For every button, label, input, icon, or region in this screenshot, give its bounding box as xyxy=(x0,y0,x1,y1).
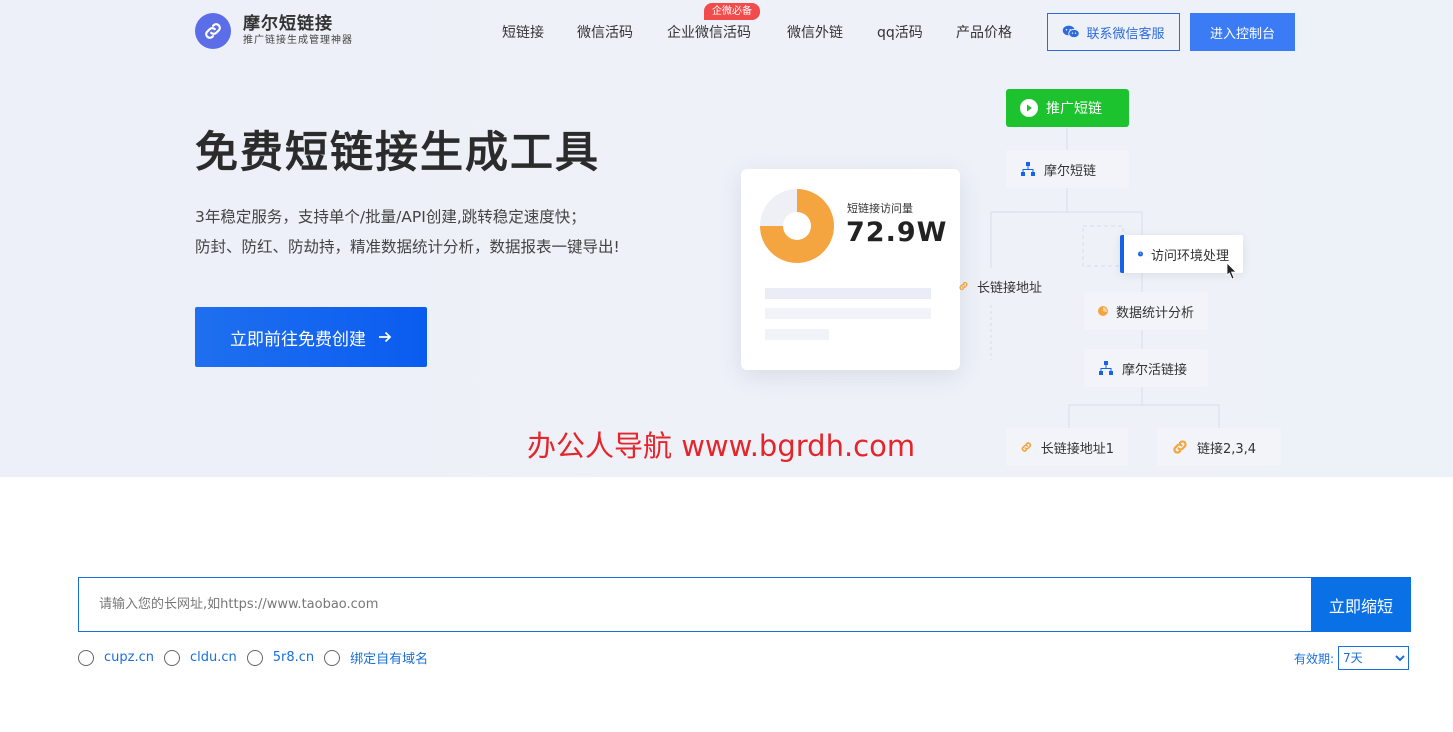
watermark-text: 办公人导航 www.bgrdh.com xyxy=(527,429,916,463)
visits-pie-icon xyxy=(760,189,834,263)
expiry-control: 有效期: 7天 xyxy=(1294,646,1410,670)
expiry-select[interactable]: 7天 xyxy=(1338,646,1410,670)
hierarchy-icon xyxy=(1021,162,1035,176)
placeholder-bar xyxy=(765,329,829,340)
hierarchy-icon xyxy=(1099,361,1113,375)
flow-node-promo: 推广短链 xyxy=(1006,89,1129,127)
flow-node-label: 摩尔活链接 xyxy=(1122,362,1188,378)
chain-link-icon xyxy=(1173,440,1187,454)
domain-label-cldu[interactable]: cldu.cn xyxy=(190,650,237,665)
radio-domain-cldu[interactable] xyxy=(163,649,180,666)
radio-domain-custom[interactable] xyxy=(324,649,341,666)
shorten-form: 立即缩短 xyxy=(78,577,1411,632)
flow-node-long-url-1: 长链接地址1 xyxy=(1006,428,1128,466)
flow-node-label: 访问环境处理 xyxy=(1150,248,1229,264)
play-icon xyxy=(1020,99,1038,117)
chain-link-icon xyxy=(959,281,968,291)
flow-node-long-url: 长链接地址 xyxy=(944,267,1056,305)
expiry-label: 有效期: xyxy=(1294,651,1335,666)
stats-card: 短链接访问量 72.9W xyxy=(741,169,960,370)
flow-node-analytics: 数据统计分析 xyxy=(1084,292,1208,330)
cursor-icon xyxy=(1226,262,1237,280)
flow-node-moer-short: 摩尔短链 xyxy=(1006,150,1129,188)
flow-node-label: 推广短链 xyxy=(1046,101,1102,117)
pie-chart-icon xyxy=(1098,306,1108,316)
stats-value: 72.9W xyxy=(846,217,948,248)
flow-node-label: 长链接地址 xyxy=(976,280,1042,296)
domain-label-cupz[interactable]: cupz.cn xyxy=(104,650,154,665)
long-url-input[interactable] xyxy=(78,577,1311,632)
flow-node-env: 访问环境处理 xyxy=(1120,235,1243,273)
clock-icon xyxy=(1138,251,1143,257)
radio-domain-cupz[interactable] xyxy=(78,649,94,666)
flow-node-moer-live: 摩尔活链接 xyxy=(1084,349,1208,387)
placeholder-bar xyxy=(765,288,931,299)
domain-label-custom[interactable]: 绑定自有域名 xyxy=(350,648,428,667)
flow-node-label: 长链接地址1 xyxy=(1040,441,1114,457)
flow-node-links-234: 链接2,3,4 xyxy=(1157,428,1281,466)
shorten-button[interactable]: 立即缩短 xyxy=(1311,577,1411,632)
flow-node-label: 数据统计分析 xyxy=(1115,305,1194,321)
flow-node-label: 链接2,3,4 xyxy=(1197,441,1257,457)
domain-label-5r8[interactable]: 5r8.cn xyxy=(273,650,314,665)
stats-label: 短链接访问量 xyxy=(847,202,913,215)
domain-options: cupz.cn cldu.cn 5r8.cn 绑定自有域名 xyxy=(78,648,438,667)
hero-section: 摩尔短链接 推广链接生成管理神器 短链接 微信活码 企业微信活码 微信外链 qq… xyxy=(0,0,1453,477)
radio-domain-5r8[interactable] xyxy=(246,649,263,666)
chain-link-icon xyxy=(1021,442,1032,452)
placeholder-bar xyxy=(765,308,931,319)
flow-node-label: 摩尔短链 xyxy=(1044,163,1097,179)
